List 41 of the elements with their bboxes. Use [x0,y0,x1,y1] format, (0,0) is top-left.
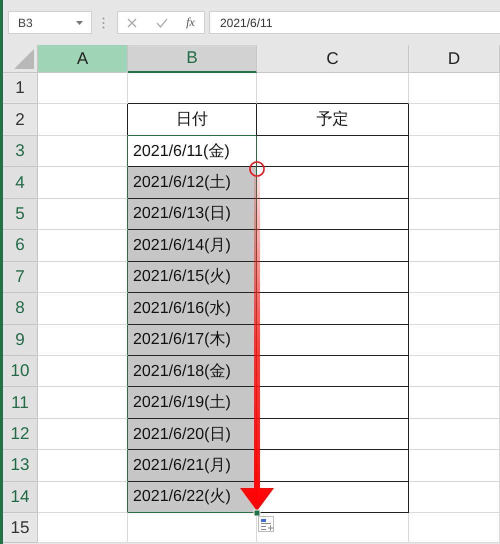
row-header[interactable]: 13 [3,450,38,482]
insert-function-button[interactable]: fx [186,15,195,30]
row-header[interactable]: 3 [3,136,38,168]
row-header[interactable]: 1 [3,73,38,104]
row-header[interactable]: 7 [3,262,38,294]
table-cell: 2021/6/12(土) [128,167,257,199]
row-header[interactable]: 12 [3,418,38,450]
table-cell: 2021/6/21(月) [128,450,257,482]
name-box[interactable]: B3 [8,11,92,34]
row-header[interactable]: 4 [3,167,38,199]
row-header[interactable]: 14 [3,482,38,514]
table-cell: 予定 [257,104,409,136]
row-header[interactable]: 10 [3,356,38,388]
table-cell: 2021/6/11(金) [128,136,257,168]
column-header[interactable]: B [128,45,257,73]
row-header[interactable]: 8 [3,293,38,324]
column-header[interactable]: A [38,45,128,73]
table-cell: 2021/6/15(火) [128,262,257,294]
column-header[interactable]: C [257,45,409,73]
row-header[interactable]: 6 [3,230,38,262]
row-header[interactable]: 5 [3,198,38,230]
table-cell: 2021/6/19(土) [128,387,257,419]
table-cell: 2021/6/14(月) [128,230,257,262]
table-cell: 2021/6/17(木) [128,324,257,356]
row-header[interactable]: 2 [3,104,38,136]
autofill-options-icon[interactable] [258,516,274,532]
check-icon[interactable] [156,18,168,28]
table-cell: 2021/6/18(金) [128,356,257,388]
cancel-icon[interactable] [127,18,138,28]
column-header[interactable]: D [409,45,500,73]
dropdown-caret-icon[interactable] [76,20,83,24]
table-cell: 2021/6/20(日) [128,418,257,450]
row-header[interactable]: 11 [3,387,38,419]
table-cell: 2021/6/16(水) [128,293,257,324]
fill-handle[interactable] [254,510,260,516]
grip-icon [102,16,105,28]
formula-field[interactable]: 2021/6/11 [209,11,500,34]
row-header[interactable]: 15 [3,513,38,544]
table-cell: 2021/6/13(日) [128,198,257,230]
row-header[interactable]: 9 [3,324,38,356]
cursor-circle [249,161,265,177]
